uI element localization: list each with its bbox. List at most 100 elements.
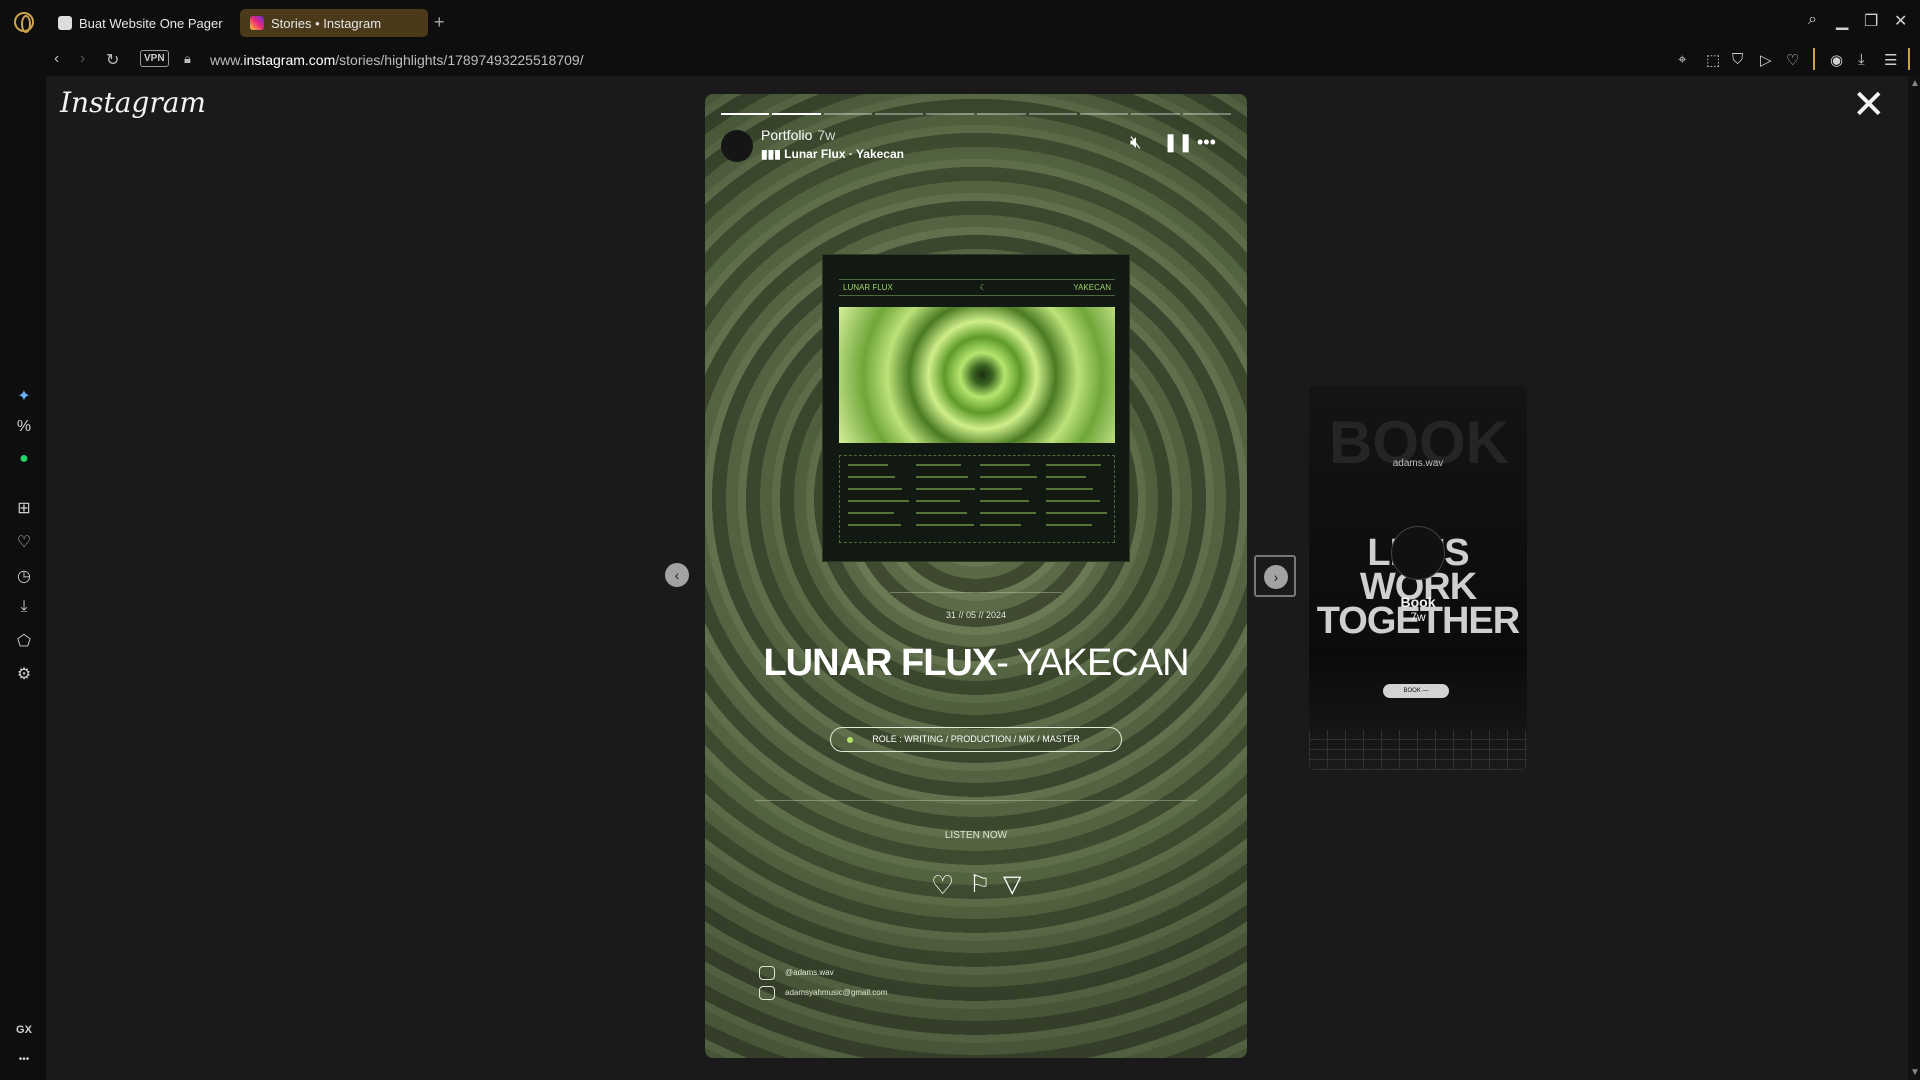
more-options-icon[interactable]: ••• — [1197, 132, 1216, 153]
role-dot — [847, 737, 853, 743]
history-clock-icon[interactable]: ◷ — [14, 566, 34, 586]
menu-icon[interactable]: ☰ — [1884, 51, 1897, 69]
ai-sparkle-icon[interactable]: ✦ — [14, 386, 34, 406]
lock-icon[interactable]: 🔒︎ — [184, 51, 191, 67]
code-line — [980, 512, 1036, 514]
hurricane-image — [839, 307, 1115, 443]
address-bar: ‹ › ↻ VPN 🔒︎ www.instagram.com/stories/h… — [0, 44, 1920, 76]
avatar[interactable] — [721, 130, 753, 162]
vpn-badge[interactable]: VPN — [140, 50, 169, 67]
progress-segment — [772, 113, 821, 115]
code-line — [1046, 464, 1101, 466]
tab-instagram-stories[interactable]: Stories • Instagram — [240, 9, 428, 37]
search-icon[interactable]: ⌕ — [1808, 11, 1817, 29]
code-line — [848, 500, 909, 502]
scroll-up-icon[interactable]: ▲ — [1910, 78, 1920, 89]
apps-grid-icon[interactable]: ⊞ — [14, 498, 34, 518]
minimize-icon[interactable]: ▁ — [1836, 11, 1848, 31]
card-header-left: LUNAR FLUX — [843, 283, 893, 292]
code-line — [848, 464, 888, 466]
close-story-button[interactable]: ✕ — [1852, 85, 1886, 125]
pause-icon[interactable]: ❚❚ — [1163, 132, 1193, 153]
progress-segment — [977, 113, 1026, 115]
scrollbar[interactable]: ▲ ▼ — [1908, 76, 1920, 1080]
moon-icon: ☾ — [979, 283, 987, 292]
reload-icon[interactable]: ↻ — [106, 50, 119, 70]
instagram-logo[interactable]: Instagram — [60, 86, 206, 119]
story-song[interactable]: ▮▮▮ Lunar Flux · Yakecan — [761, 147, 904, 161]
new-tab-button[interactable]: + — [434, 12, 445, 33]
code-line — [916, 476, 968, 478]
story-viewer[interactable]: Portfolio 7w ▮▮▮ Lunar Flux · Yakecan 🔇︎ … — [705, 94, 1247, 1058]
story-progress-bar — [721, 113, 1231, 115]
card-header-right: YAKECAN — [1073, 283, 1111, 292]
whatsapp-icon[interactable]: ● — [14, 450, 34, 470]
mute-icon[interactable]: 🔇︎ — [1130, 132, 1141, 153]
progress-segment — [1080, 113, 1129, 115]
code-line — [980, 500, 1029, 502]
role-pill: ROLE : WRITING / PRODUCTION / MIX / MAST… — [830, 727, 1122, 752]
social-email: adamsyahmusic@gmail.com — [759, 986, 887, 1000]
next-story-preview[interactable]: BOOK adams.wav LET'S WORK TOGETHER Book … — [1309, 386, 1527, 770]
title-rest: - YAKECAN — [996, 642, 1189, 684]
toolbar-accent — [1908, 48, 1910, 70]
crop-icon[interactable]: ⬚ — [1706, 51, 1720, 69]
favorites-heart-icon[interactable]: ♡ — [14, 532, 34, 552]
tab-buat-website[interactable]: Buat Website One Pager — [48, 9, 236, 37]
code-line — [980, 476, 1037, 478]
settings-gear-icon[interactable]: ⚙ — [14, 664, 34, 684]
story-username[interactable]: Portfolio 7w — [761, 127, 835, 143]
card-header: LUNAR FLUX ☾ YAKECAN — [839, 279, 1115, 296]
url-field[interactable]: www.instagram.com/stories/highlights/178… — [210, 52, 584, 68]
snapshot-icon[interactable]: ⌖ — [1678, 51, 1686, 68]
back-icon[interactable]: ‹ — [54, 50, 59, 68]
heart-icon: ♡ — [931, 870, 955, 900]
avatar — [1391, 526, 1445, 580]
toolbar-accent — [1813, 48, 1815, 70]
code-line — [980, 464, 1030, 466]
code-line — [916, 500, 960, 502]
preview-brand: adams.wav — [1392, 458, 1444, 469]
code-block — [839, 455, 1115, 543]
discount-icon[interactable]: % — [14, 418, 34, 438]
send-icon[interactable]: ▷ — [1760, 51, 1772, 69]
preview-username: Book — [1400, 594, 1436, 610]
shield-icon[interactable]: ⛉ — [1732, 51, 1743, 68]
social-email-text: adamsyahmusic@gmail.com — [785, 988, 888, 998]
social-handle: @adams.wav — [785, 968, 834, 978]
code-line — [848, 524, 901, 526]
profile-icon[interactable]: ◉ — [1830, 51, 1843, 69]
role-text: ROLE : WRITING / PRODUCTION / MIX / MAST… — [872, 734, 1080, 744]
forward-icon[interactable]: › — [80, 50, 85, 68]
progress-segment — [1131, 113, 1180, 115]
listen-now: LISTEN NOW — [944, 830, 1008, 841]
opera-logo-icon[interactable] — [14, 12, 34, 33]
restore-icon[interactable]: ❐ — [1864, 11, 1878, 31]
code-line — [916, 464, 961, 466]
send-icon: ▽ — [1003, 871, 1022, 898]
heart-icon[interactable]: ♡ — [1786, 51, 1799, 69]
tab-favicon-icon — [58, 16, 72, 30]
url-host: instagram.com — [243, 52, 336, 68]
next-story-button[interactable]: › — [1264, 565, 1288, 589]
preview-grid-floor — [1309, 730, 1527, 770]
progress-segment — [1182, 113, 1231, 115]
url-prefix: www. — [210, 52, 244, 68]
music-icon: ▮▮▮ — [761, 147, 785, 161]
download-icon[interactable]: ⤓ — [1858, 51, 1865, 68]
scroll-down-icon[interactable]: ▼ — [1910, 1067, 1920, 1078]
gx-label[interactable]: GX — [14, 1024, 34, 1044]
next-story-frame[interactable]: › — [1254, 555, 1296, 597]
divider — [755, 800, 1197, 801]
code-line — [916, 488, 975, 490]
downloads-icon[interactable]: ⤓ — [14, 598, 34, 618]
progress-segment — [721, 113, 770, 115]
close-window-icon[interactable]: ✕ — [1894, 11, 1907, 31]
code-line — [980, 524, 1021, 526]
sidebar-more-icon[interactable]: ••• — [14, 1054, 34, 1074]
previous-story-button[interactable]: ‹ — [665, 563, 689, 587]
progress-segment — [1028, 113, 1078, 115]
instagram-icon — [759, 966, 775, 980]
bookmark-icon: ⚐ — [969, 871, 991, 898]
extensions-icon[interactable]: ⬠ — [14, 631, 34, 651]
